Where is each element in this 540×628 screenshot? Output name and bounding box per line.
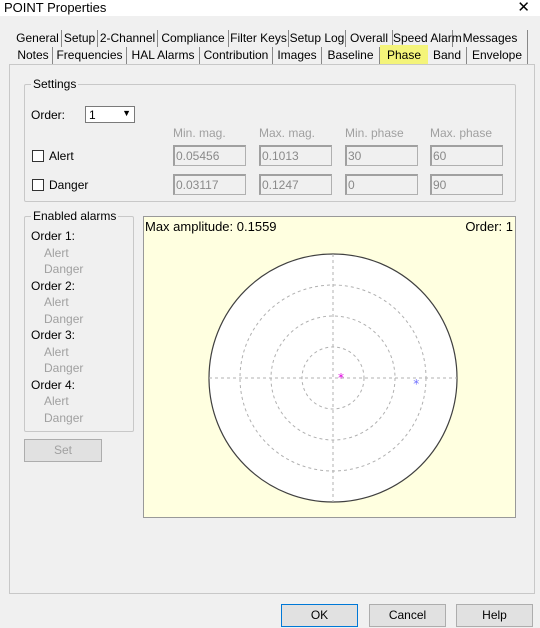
danger-min-mag-field[interactable]: 0.03117 <box>173 174 246 195</box>
tab-hal-alarms[interactable]: HAL Alarms <box>127 47 200 64</box>
window-title: POINT Properties <box>4 0 107 15</box>
order-select[interactable]: 1 ▼ <box>85 106 135 123</box>
tab-general[interactable]: General <box>14 30 62 47</box>
danger-checkbox[interactable] <box>32 179 44 191</box>
tab-setup[interactable]: Setup <box>62 30 98 47</box>
polar-plot: * * <box>208 253 458 503</box>
order-label: Order: <box>31 108 66 122</box>
alert-max-phase-field[interactable]: 60 <box>430 145 503 166</box>
order-2-alert-item: Alert <box>44 295 69 309</box>
danger-max-mag-field[interactable]: 0.1247 <box>259 174 332 195</box>
settings-label: Settings <box>31 77 79 91</box>
set-button[interactable]: Set <box>24 439 102 462</box>
data-point-2: * <box>413 377 419 391</box>
alert-max-mag-field[interactable]: 0.1013 <box>259 145 332 166</box>
order-4-heading: Order 4: <box>31 377 76 392</box>
danger-max-phase-field[interactable]: 90 <box>430 174 503 195</box>
title-bar: POINT Properties ✕ <box>0 0 540 16</box>
tab-envelope[interactable]: Envelope <box>467 47 528 64</box>
tab-compliance[interactable]: Compliance <box>158 30 229 47</box>
data-point-1: * <box>338 371 344 385</box>
tab-images[interactable]: Images <box>273 47 322 64</box>
order-1-heading: Order 1: <box>31 229 76 243</box>
tab-messages[interactable]: Messages <box>453 30 528 47</box>
col-min-phase: Min. phase <box>345 126 404 140</box>
chevron-down-icon: ▼ <box>122 108 131 118</box>
order-4-alert-item: Alert <box>44 394 69 408</box>
tab-filter-keys[interactable]: Filter Keys <box>229 30 289 47</box>
settings-group: Settings Order: 1 ▼ Min. mag. Max. mag. … <box>24 77 516 202</box>
enabled-alarms-label: Enabled alarms <box>31 209 119 223</box>
tab-phase[interactable]: Phase <box>380 45 428 65</box>
tab-frequencies[interactable]: Frequencies <box>53 47 127 64</box>
enabled-alarms-group: Enabled alarms Order 1: Alert Danger Order … <box>24 209 134 432</box>
alert-checkbox[interactable] <box>32 150 44 162</box>
tab-notes[interactable]: Notes <box>14 47 53 64</box>
order-2-heading: Order 2: <box>31 278 76 293</box>
col-min-mag: Min. mag. <box>173 126 226 140</box>
danger-min-phase-field[interactable]: 0 <box>345 174 418 195</box>
order-4-danger-item: Danger <box>44 410 84 425</box>
danger-label: Danger <box>49 178 89 192</box>
tab-band[interactable]: Band <box>428 47 467 64</box>
close-icon[interactable]: ✕ <box>517 0 530 16</box>
col-max-mag: Max. mag. <box>259 126 316 140</box>
tab-contribution[interactable]: Contribution <box>200 47 273 64</box>
col-max-phase: Max. phase <box>430 126 493 140</box>
alert-min-mag-field[interactable]: 0.05456 <box>173 145 246 166</box>
tab-2-channel[interactable]: 2-Channel <box>98 30 158 47</box>
order-1-danger-item: Danger <box>44 262 84 276</box>
order-3-alert-item: Alert <box>44 344 69 359</box>
order-3-danger-item: Danger <box>44 361 84 375</box>
phase-polar-chart: Max amplitude: 0.1559 Order: 1 * * <box>143 216 516 518</box>
order-3-heading: Order 3: <box>31 328 76 342</box>
tab-setup-log[interactable]: Setup Log <box>289 30 346 47</box>
alert-min-phase-field[interactable]: 30 <box>345 145 418 166</box>
ok-button[interactable]: OK <box>281 604 358 627</box>
tab-baseline[interactable]: Baseline <box>322 47 380 64</box>
help-button[interactable]: Help <box>456 604 533 627</box>
cancel-button[interactable]: Cancel <box>369 604 446 627</box>
order-1-alert-item: Alert <box>44 245 69 260</box>
order-select-value: 1 <box>89 108 96 122</box>
alert-label: Alert <box>49 149 74 163</box>
order-2-danger-item: Danger <box>44 311 84 326</box>
